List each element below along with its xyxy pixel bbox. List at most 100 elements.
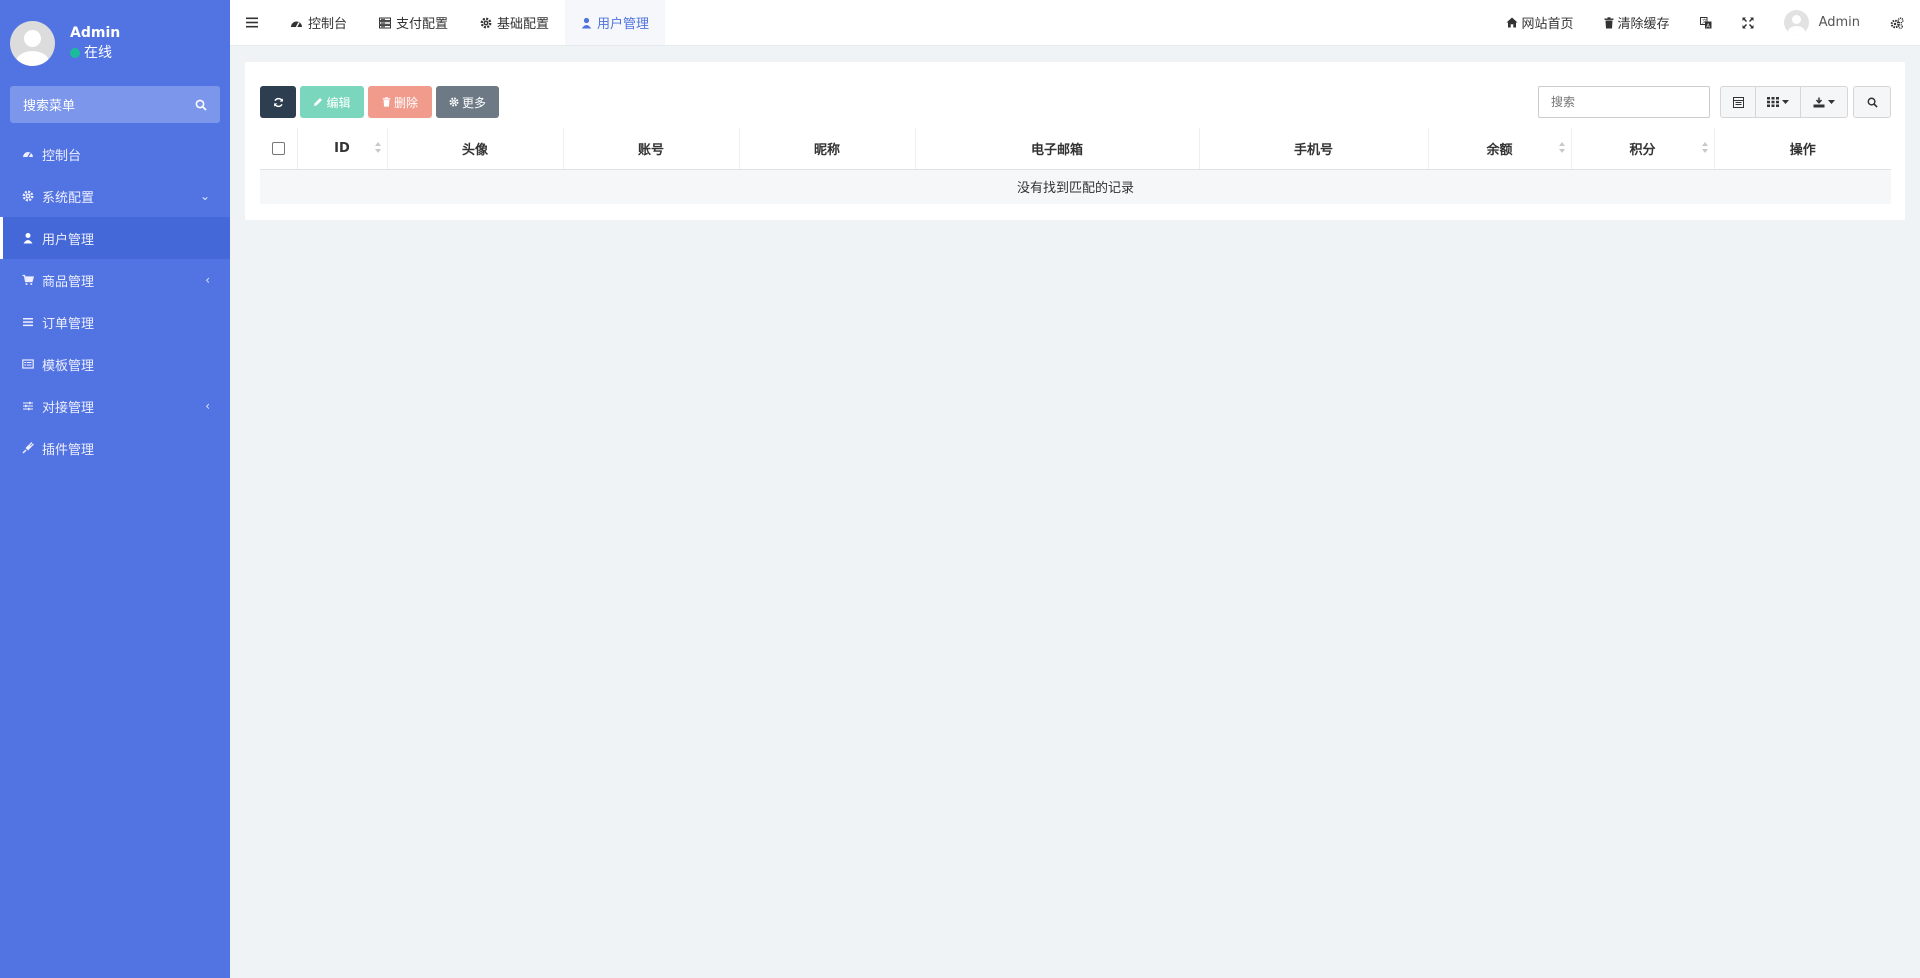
user-icon [581, 17, 592, 29]
sidebar-item-label: 用户管理 [42, 232, 95, 248]
sort-icon [1701, 142, 1708, 154]
user-list-panel: 编辑 删除 更多 搜索 ID 头像 账号 昵称 电子邮箱 手机号 余额 积分 操… [245, 62, 1905, 220]
select-all-checkbox[interactable] [271, 141, 285, 155]
sidebar-item-label: 订单管理 [42, 316, 95, 332]
column-header-nickname: 昵称 [738, 128, 915, 170]
sidebar-item-label: 插件管理 [42, 442, 95, 458]
gear-icon [22, 190, 34, 202]
sidebar-item-integration[interactable]: 对接管理 ‹ [0, 385, 230, 427]
plug-icon [22, 442, 34, 454]
sort-icon [1558, 142, 1565, 154]
trash-icon [1604, 16, 1614, 29]
table-view-icon [1732, 96, 1744, 108]
column-header-account: 账号 [562, 128, 739, 170]
list-icon [22, 316, 34, 328]
sidebar: Admin 在线 搜索菜单 控制台 系统配置 ⌄ 用户管理 商品管理 ‹ 订单管… [0, 0, 230, 978]
user-icon [22, 232, 34, 244]
column-header-points[interactable]: 积分 [1570, 128, 1714, 170]
sliders-icon [22, 400, 34, 412]
chevron-down-icon: ⌄ [199, 189, 210, 203]
tab-label: 基础配置 [497, 17, 550, 32]
table-header-row: ID 头像 账号 昵称 电子邮箱 手机号 余额 积分 操作 [260, 128, 1891, 170]
svg-text:A: A [1706, 23, 1710, 29]
table-search-input[interactable] [1538, 86, 1710, 118]
tab-payment-config[interactable]: 支付配置 [363, 0, 464, 45]
select-all-header [260, 128, 297, 170]
refresh-icon [273, 97, 283, 107]
toggle-view-button[interactable] [1720, 86, 1756, 118]
delete-button[interactable]: 删除 [368, 86, 432, 118]
advanced-search-button[interactable] [1853, 86, 1891, 118]
fullscreen-button[interactable] [1727, 0, 1769, 46]
server-icon [379, 17, 392, 29]
columns-dropdown-button[interactable] [1755, 86, 1801, 118]
sidebar-item-label: 系统配置 [42, 190, 95, 206]
sidebar-item-system-config[interactable]: 系统配置 ⌄ [0, 175, 230, 217]
more-button[interactable]: 更多 [436, 86, 499, 118]
search-icon [195, 99, 207, 111]
sidebar-item-products[interactable]: 商品管理 ‹ [0, 259, 230, 301]
admin-user-menu[interactable]: Admin [1769, 0, 1875, 46]
column-header-id[interactable]: ID [296, 128, 387, 170]
home-link[interactable]: 网站首页 [1491, 0, 1589, 46]
user-table: ID 头像 账号 昵称 电子邮箱 手机号 余额 积分 操作 没有找到匹配的记录 [260, 128, 1891, 204]
translate-icon: 文A [1699, 16, 1712, 29]
delete-label: 删除 [393, 95, 418, 110]
dashboard-icon [290, 17, 303, 29]
column-header-email: 电子邮箱 [914, 128, 1199, 170]
tab-basic-config[interactable]: 基础配置 [464, 0, 565, 45]
clear-cache-label: 清除缓存 [1617, 17, 1670, 32]
clear-cache-button[interactable]: 清除缓存 [1589, 0, 1685, 46]
template-icon [22, 358, 34, 370]
caret-down-icon [1828, 100, 1835, 104]
refresh-button[interactable] [260, 86, 296, 118]
sidebar-item-dashboard[interactable]: 控制台 [0, 133, 230, 175]
column-header-balance[interactable]: 余额 [1427, 128, 1571, 170]
gear-icon [449, 97, 459, 107]
more-label: 更多 [461, 95, 486, 110]
edit-button[interactable]: 编辑 [300, 86, 364, 118]
online-dot-icon [70, 48, 80, 58]
column-header-avatar: 头像 [386, 128, 563, 170]
user-status: 在线 [70, 43, 120, 63]
table-tools [1538, 86, 1891, 118]
sidebar-item-label: 控制台 [42, 148, 82, 164]
gears-icon [1890, 16, 1904, 29]
edit-label: 编辑 [326, 95, 351, 110]
search-icon [1867, 97, 1878, 108]
sidebar-item-templates[interactable]: 模板管理 [0, 343, 230, 385]
menu-search-placeholder: 搜索菜单 [23, 99, 76, 114]
tab-label: 控制台 [308, 17, 348, 32]
menu-toggle-button[interactable] [230, 0, 274, 45]
menu-search-input[interactable]: 搜索菜单 [10, 86, 220, 123]
chevron-left-icon: ‹ [205, 399, 210, 413]
sidebar-menu: 控制台 系统配置 ⌄ 用户管理 商品管理 ‹ 订单管理 模板管理 对接管理 ‹ [0, 133, 230, 469]
language-button[interactable]: 文A [1685, 0, 1727, 46]
export-dropdown-button[interactable] [1800, 86, 1848, 118]
caret-down-icon [1782, 100, 1789, 104]
sidebar-item-plugins[interactable]: 插件管理 [0, 427, 230, 469]
view-tools-group [1720, 86, 1848, 118]
column-header-actions: 操作 [1713, 128, 1891, 170]
table-toolbar: 编辑 删除 更多 [260, 86, 499, 118]
settings-button[interactable] [1875, 0, 1920, 46]
topbar-right: 网站首页 清除缓存 文A Admin [1491, 0, 1920, 45]
export-icon [1813, 97, 1825, 107]
sidebar-item-label: 模板管理 [42, 358, 95, 374]
home-link-label: 网站首页 [1521, 17, 1574, 32]
table-row: 没有找到匹配的记录 [260, 169, 1891, 204]
sidebar-item-orders[interactable]: 订单管理 [0, 301, 230, 343]
user-name: Admin [70, 25, 121, 41]
sidebar-item-users[interactable]: 用户管理 [0, 217, 230, 259]
tab-label: 用户管理 [597, 17, 650, 32]
sort-icon [374, 142, 381, 154]
tab-user-management[interactable]: 用户管理 [565, 0, 666, 45]
dashboard-icon [22, 148, 34, 160]
gear-icon [480, 17, 492, 29]
tab-dashboard[interactable]: 控制台 [274, 0, 363, 45]
user-status-label: 在线 [84, 45, 112, 61]
grid-icon [1767, 97, 1779, 107]
topbar: 控制台 支付配置 基础配置 用户管理 网站首页 清除缓存 文A Admin [230, 0, 1920, 46]
trash-icon [382, 97, 391, 107]
pencil-icon [313, 97, 323, 107]
